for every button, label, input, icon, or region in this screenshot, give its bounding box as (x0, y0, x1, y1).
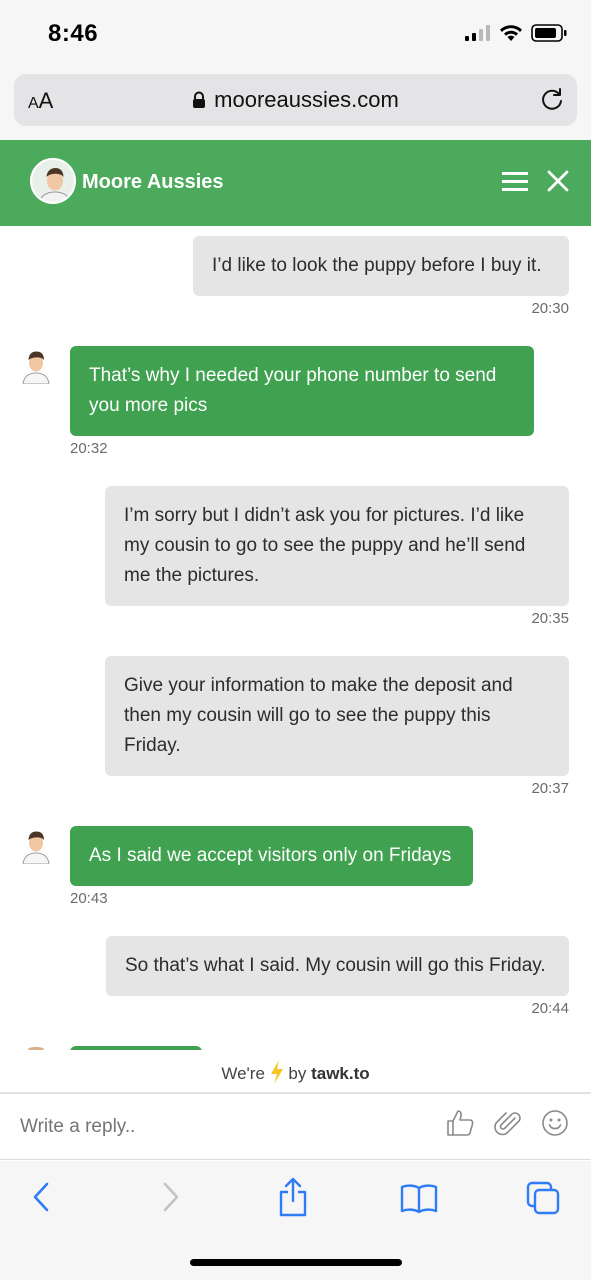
message-time: 20:37 (531, 780, 569, 797)
reply-input[interactable] (20, 1116, 420, 1138)
message-time: 20:32 (70, 440, 108, 457)
agent-avatar-icon (22, 831, 50, 864)
tawkto-brand[interactable]: tawk.to (311, 1064, 370, 1083)
lightning-icon (270, 1060, 283, 1084)
message-text: I’m sorry but I didn’t ask you for pictu… (124, 505, 526, 586)
thumbs-up-icon[interactable] (445, 1108, 475, 1138)
browser-bottom-toolbar (0, 1161, 591, 1280)
cellular-signal-icon (465, 25, 490, 41)
powered-suffix: by (288, 1064, 307, 1083)
powered-prefix: We're (221, 1064, 265, 1083)
home-indicator[interactable] (190, 1259, 402, 1266)
paperclip-icon[interactable] (493, 1108, 523, 1138)
emoji-icon[interactable] (541, 1109, 569, 1137)
visitor-message: So that’s what I said. My cousin will go… (106, 936, 569, 996)
status-time: 8:46 (48, 20, 99, 47)
forward-icon[interactable] (158, 1181, 182, 1213)
message-text: I’d like to look the puppy before I buy … (212, 255, 542, 276)
reload-icon[interactable] (539, 86, 565, 112)
visitor-message: I’m sorry but I didn’t ask you for pictu… (105, 486, 569, 606)
chat-header: Moore Aussies (0, 140, 591, 226)
status-bar: 8:46 (0, 0, 591, 70)
agent-avatar-icon (22, 351, 50, 384)
reply-bar (0, 1094, 591, 1160)
message-time: 20:30 (531, 300, 569, 317)
message-time: 20:43 (70, 890, 108, 907)
lock-icon (193, 91, 206, 108)
status-icons (465, 24, 567, 42)
message-time: 20:44 (531, 1000, 569, 1017)
address-field[interactable]: mooreaussies.com (14, 87, 577, 113)
menu-icon[interactable] (502, 170, 528, 192)
agent-message: As I said we accept visitors only on Fri… (70, 826, 473, 886)
share-icon[interactable] (278, 1177, 308, 1217)
browser-top-bar: AA mooreaussies.com (0, 70, 591, 140)
agent-message: That’s why I needed your phone number to… (70, 346, 534, 436)
reply-tools (445, 1108, 569, 1138)
bookmarks-icon[interactable] (400, 1183, 438, 1215)
visitor-message: I’d like to look the puppy before I buy … (193, 236, 569, 296)
message-text: As I said we accept visitors only on Fri… (89, 845, 452, 866)
message-text: Give your information to make the deposi… (124, 675, 513, 756)
close-icon[interactable] (547, 170, 569, 192)
battery-icon (531, 24, 567, 42)
message-list[interactable]: I’d like to look the puppy before I buy … (0, 226, 591, 1050)
message-text: So that’s what I said. My cousin will go… (125, 955, 546, 976)
powered-by-banner[interactable]: We're by tawk.to (0, 1050, 591, 1094)
message-text: That’s why I needed your phone number to… (89, 365, 497, 416)
agent-avatar (30, 158, 76, 204)
tabs-icon[interactable] (526, 1181, 560, 1215)
visitor-message: Give your information to make the deposi… (105, 656, 569, 776)
back-icon[interactable] (30, 1181, 54, 1213)
message-time: 20:35 (531, 610, 569, 627)
chat-title: Moore Aussies (82, 171, 224, 193)
wifi-icon (500, 25, 522, 41)
url-bar[interactable]: AA mooreaussies.com (14, 74, 577, 126)
url-text: mooreaussies.com (214, 87, 399, 112)
